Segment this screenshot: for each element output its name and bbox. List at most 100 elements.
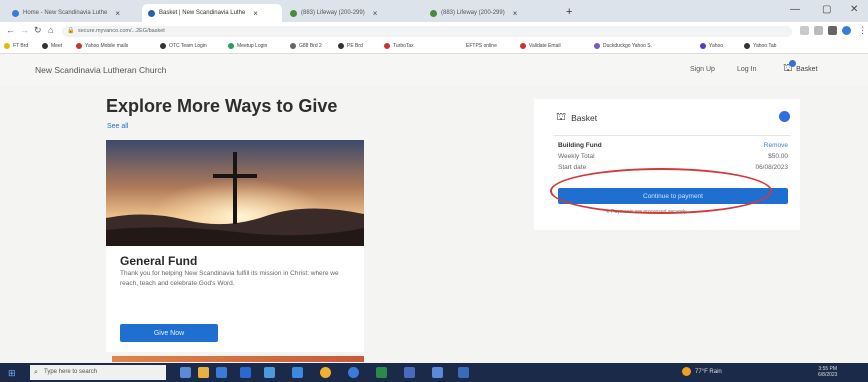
close-icon[interactable]: × bbox=[513, 9, 518, 18]
bookmark-icon bbox=[744, 43, 750, 49]
give-now-button[interactable]: Give Now bbox=[120, 324, 218, 342]
detail-value: $50.00 bbox=[768, 153, 788, 160]
app-icon[interactable] bbox=[292, 367, 303, 378]
bookmark-item[interactable]: EFTPS online bbox=[466, 43, 497, 49]
detail-value: 06/08/2023 bbox=[755, 164, 788, 171]
windows-start-icon[interactable]: ⊞ bbox=[8, 368, 16, 379]
general-fund-card[interactable]: General Fund Thank you for helping New S… bbox=[106, 140, 364, 352]
bookmarks-bar: FT Brd Meet Yahoo Mobile mails OTC Team … bbox=[0, 40, 868, 54]
bookmark-icon bbox=[76, 43, 82, 49]
cross-sunset-image bbox=[106, 140, 364, 246]
detail-label: Weekly Total bbox=[558, 153, 595, 160]
tab-label: Home - New Scandinavia Luthe bbox=[23, 10, 108, 16]
basket-detail-row: Weekly Total $50.00 bbox=[558, 153, 788, 160]
site-header: New Scandinavia Lutheran Church Sign Up … bbox=[0, 54, 868, 86]
bookmark-item[interactable]: Validate Email bbox=[520, 43, 561, 49]
new-tab-icon[interactable]: + bbox=[566, 6, 572, 18]
bookmark-icon bbox=[290, 43, 296, 49]
log-in-link[interactable]: Log In bbox=[737, 66, 756, 73]
menu-icon[interactable]: ⋮ bbox=[858, 25, 867, 36]
bookmark-item[interactable]: Yahoo Mobile mails bbox=[76, 43, 128, 49]
bookmark-item[interactable]: FT Brd bbox=[4, 43, 28, 49]
bookmark-item[interactable]: G88 Brd 2 bbox=[290, 43, 322, 49]
chrome-icon[interactable] bbox=[320, 367, 331, 378]
taskbar-clock[interactable]: 3:55 PM 6/8/2023 bbox=[818, 366, 837, 378]
minimize-icon[interactable]: — bbox=[790, 4, 800, 15]
next-fund-card-peek[interactable] bbox=[112, 356, 364, 362]
bookmark-item[interactable]: OTC Team Login bbox=[160, 43, 207, 49]
maximize-icon[interactable]: ▢ bbox=[822, 4, 831, 15]
extensions-icon[interactable] bbox=[828, 26, 837, 35]
app-icon[interactable] bbox=[404, 367, 415, 378]
bookmark-item[interactable]: Yahoo Tab bbox=[744, 43, 776, 49]
close-icon[interactable]: × bbox=[373, 9, 378, 18]
basket-link[interactable]: ⛫ Basket bbox=[783, 60, 818, 76]
app-icon[interactable] bbox=[216, 367, 227, 378]
bookmark-item[interactable]: PE Brd bbox=[338, 43, 363, 49]
url-field[interactable]: 🔒 secure.myvanco.com/...2EG/basket bbox=[62, 26, 792, 37]
basket-label: Basket bbox=[796, 65, 818, 73]
bookmark-item[interactable]: Duckduckgo Yahoo S. bbox=[594, 43, 652, 49]
bookmark-icon bbox=[338, 43, 344, 49]
tab-label: Basket | New Scandinavia Luthe bbox=[159, 10, 246, 16]
basket-count-badge bbox=[789, 60, 796, 67]
fund-title: General Fund bbox=[120, 254, 198, 268]
bookmark-item[interactable]: Yahoo bbox=[700, 43, 723, 49]
bookmark-icon bbox=[520, 43, 526, 49]
church-name[interactable]: New Scandinavia Lutheran Church bbox=[35, 65, 166, 75]
lock-icon: 🔒 bbox=[67, 28, 75, 34]
site-favicon-icon bbox=[290, 9, 297, 17]
browser-tab[interactable]: (883) Lifeway (200-299) × bbox=[424, 4, 562, 22]
bookmark-item[interactable]: Meetup Login bbox=[228, 43, 267, 49]
reload-icon[interactable]: ↻ bbox=[34, 25, 42, 36]
star-icon[interactable] bbox=[814, 26, 823, 35]
close-icon[interactable]: × bbox=[253, 9, 258, 18]
app-icon[interactable] bbox=[348, 367, 359, 378]
profile-icon[interactable] bbox=[842, 26, 851, 35]
app-icon[interactable] bbox=[180, 367, 191, 378]
share-icon[interactable] bbox=[800, 26, 809, 35]
remove-link[interactable]: Remove bbox=[764, 142, 788, 149]
detail-label: Start date bbox=[558, 164, 587, 171]
app-icon[interactable] bbox=[458, 367, 469, 378]
bookmark-item[interactable]: TurboTax bbox=[384, 43, 414, 49]
basket-title: ⛫ Basket bbox=[556, 111, 598, 123]
address-toolbar: ← → ↻ ⌂ 🔒 secure.myvanco.com/...2EG/bask… bbox=[0, 22, 868, 40]
bookmark-icon bbox=[384, 43, 390, 49]
app-icon[interactable] bbox=[240, 367, 251, 378]
basket-icon: ⛫ bbox=[556, 111, 567, 123]
app-icon[interactable] bbox=[264, 367, 275, 378]
home-icon[interactable]: ⌂ bbox=[48, 25, 53, 35]
browser-tab[interactable]: (883) Lifeway (200-299) × bbox=[284, 4, 424, 22]
basket-fund-row: Building Fund Remove bbox=[558, 142, 788, 149]
bookmark-icon bbox=[42, 43, 48, 49]
browser-tab[interactable]: Home - New Scandinavia Luthe × bbox=[6, 4, 140, 22]
fund-description: Thank you for helping New Scandinavia fu… bbox=[120, 270, 339, 287]
site-favicon-icon bbox=[148, 9, 155, 17]
bookmark-icon bbox=[228, 43, 234, 49]
sign-up-link[interactable]: Sign Up bbox=[690, 66, 715, 73]
bookmark-icon bbox=[594, 43, 600, 49]
see-all-link[interactable]: See all bbox=[107, 123, 128, 130]
site-favicon-icon bbox=[12, 9, 19, 17]
page-title: Explore More Ways to Give bbox=[106, 96, 338, 116]
divider bbox=[554, 135, 790, 136]
weather-icon bbox=[682, 367, 691, 376]
taskbar-search-input[interactable]: ⌕ Type here to search bbox=[30, 365, 166, 380]
windows-taskbar: ⊞ ⌕ Type here to search 77°F Rain 3:55 P… bbox=[0, 363, 868, 382]
basket-icon: ⛫ bbox=[783, 60, 796, 76]
app-icon[interactable] bbox=[376, 367, 387, 378]
forward-icon[interactable]: → bbox=[20, 25, 29, 35]
search-icon: ⌕ bbox=[34, 369, 38, 376]
back-icon[interactable]: ← bbox=[6, 25, 15, 35]
tab-label: (883) Lifeway (200-299) bbox=[441, 10, 505, 16]
app-icon[interactable] bbox=[198, 367, 209, 378]
weather-widget[interactable]: 77°F Rain bbox=[682, 367, 722, 376]
browser-tab-active[interactable]: Basket | New Scandinavia Luthe × bbox=[142, 4, 282, 22]
bookmark-item[interactable]: Meet bbox=[42, 43, 62, 49]
url-text: secure.myvanco.com/...2EG/basket bbox=[78, 28, 165, 34]
close-icon[interactable]: × bbox=[115, 9, 120, 18]
close-window-icon[interactable]: ✕ bbox=[850, 4, 858, 15]
bookmark-icon bbox=[4, 43, 10, 49]
app-icon[interactable] bbox=[432, 367, 443, 378]
